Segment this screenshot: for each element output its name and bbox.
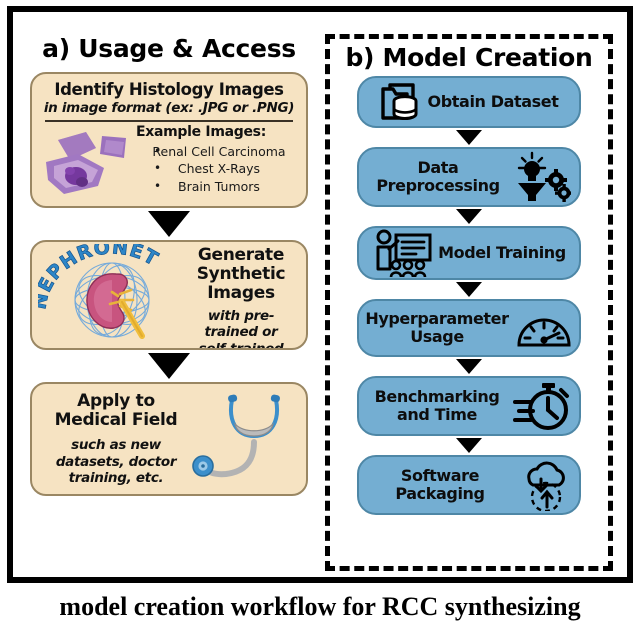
step-software-packaging[interactable]: Software Packaging <box>357 455 581 515</box>
step-model-training[interactable]: Model Training <box>357 226 581 280</box>
panel-model-creation: b) Model Creation Obtain Dataset Data Pr… <box>325 16 621 573</box>
example-images-list: • Renal Cell Carcinoma • Chest X-Rays • Bra… <box>136 143 302 195</box>
cloud-deploy-icon <box>519 459 571 511</box>
histology-slide-thumbnail <box>46 132 126 195</box>
flow-arrow-icon <box>456 282 482 297</box>
presenter-audience-icon <box>372 229 432 277</box>
step-hyperparameter-usage-label: Hyperparameter Usage <box>365 309 509 346</box>
lightbulb-funnel-gears-icon <box>515 151 571 203</box>
step-hyperparameter-usage[interactable]: Hyperparameter Usage <box>357 299 581 357</box>
card-generate-subheading: with pre-trained or self-trained model <box>198 308 284 351</box>
example-images-title: Example Images: <box>136 124 267 141</box>
stethoscope-illustration <box>192 394 280 478</box>
figure-root: a) Usage & Access Identify Histology Ima… <box>0 0 640 621</box>
card-generate-heading: Generate Synthetic Images <box>196 245 286 304</box>
flow-arrow-icon <box>456 359 482 374</box>
card-apply-heading: Apply to Medical Field <box>54 391 178 431</box>
folder-database-icon <box>380 82 422 122</box>
step-data-preprocessing-label: Data Preprocessing <box>376 158 500 195</box>
step-obtain-dataset-label: Obtain Dataset <box>427 92 559 112</box>
step-benchmarking-and-time-label: Benchmarking and Time <box>374 387 500 424</box>
gauge-icon <box>515 305 573 351</box>
example-item-label: Brain Tumors <box>178 178 260 194</box>
flow-arrow-icon <box>456 209 482 224</box>
panel-usage-and-access: a) Usage & Access Identify Histology Ima… <box>17 16 321 573</box>
step-model-training-label: Model Training <box>438 243 566 263</box>
step-data-preprocessing[interactable]: Data Preprocessing <box>357 147 581 207</box>
stopwatch-icon <box>513 380 571 432</box>
step-benchmarking-and-time[interactable]: Benchmarking and Time <box>357 376 581 436</box>
figure-outer-frame: a) Usage & Access Identify Histology Ima… <box>7 6 633 583</box>
panel-a-title: a) Usage & Access <box>42 34 296 63</box>
flow-arrow-icon <box>456 130 482 145</box>
model-creation-dashed-frame: b) Model Creation Obtain Dataset Data Pr… <box>325 34 613 571</box>
panel-b-title: b) Model Creation <box>345 43 593 72</box>
nephronet-kidney-logo: NEPHRONET <box>38 244 162 340</box>
card-identify-histology-images[interactable]: Identify Histology Images in image forma… <box>30 72 308 209</box>
list-item: • Brain Tumors <box>154 178 260 194</box>
example-item-label: Renal Cell Carcinoma <box>152 144 286 160</box>
step-obtain-dataset[interactable]: Obtain Dataset <box>357 76 581 128</box>
card-apply-to-medical-field[interactable]: Apply to Medical Field such as new datas… <box>30 382 308 497</box>
card-identify-subheading: in image format (ex: .JPG or .PNG) <box>43 100 295 117</box>
card-identify-heading: Identify Histology Images <box>54 80 284 99</box>
step-software-packaging-label: Software Packaging <box>395 466 485 503</box>
card-apply-subheading: such as new datasets, doctor training, e… <box>55 437 177 487</box>
flow-arrow-icon <box>148 353 190 380</box>
flow-arrow-icon <box>148 211 190 238</box>
card-generate-synthetic-images[interactable]: NEPHRONET Generate Synthetic Images with… <box>30 240 308 351</box>
figure-caption: model creation workflow for RCC synthesi… <box>59 592 581 621</box>
flow-arrow-icon <box>456 438 482 453</box>
list-item: • Chest X-Rays <box>154 161 261 177</box>
list-item: • Renal Cell Carcinoma <box>152 144 286 160</box>
example-item-label: Chest X-Rays <box>177 161 261 177</box>
